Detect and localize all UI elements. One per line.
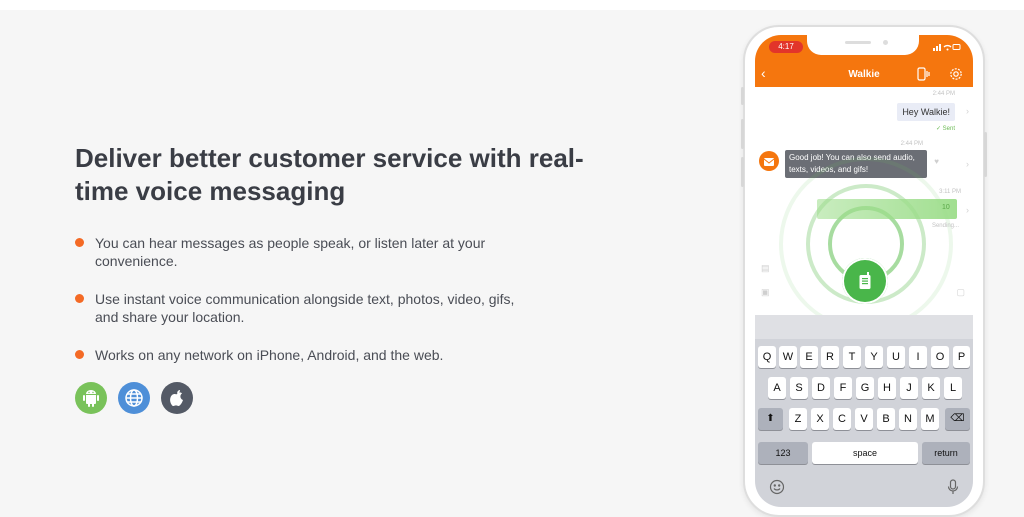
headline: Deliver better customer service with rea… — [75, 143, 584, 206]
key-o[interactable]: O — [931, 346, 949, 368]
shift-key[interactable]: ⬆ — [758, 408, 783, 430]
key-z[interactable]: Z — [789, 408, 807, 430]
feature-item: Use instant voice communication alongsid… — [75, 290, 525, 326]
photo-icon[interactable]: ▣ — [761, 287, 770, 298]
gif-icon[interactable]: ▢ — [956, 287, 965, 298]
phone-power-button — [984, 132, 987, 177]
feature-text: Use instant voice communication alongsid… — [95, 291, 515, 325]
avatar — [759, 151, 779, 171]
push-to-talk-button[interactable] — [842, 258, 888, 304]
feature-item: You can hear messages as people speak, o… — [75, 234, 525, 270]
return-key[interactable]: return — [922, 442, 970, 464]
front-camera — [883, 40, 888, 45]
speaker-grille — [845, 41, 871, 44]
chevron-right-icon: › — [966, 159, 969, 169]
feature-item: Works on any network on iPhone, Android,… — [75, 346, 525, 364]
bullet-dot-icon — [75, 238, 84, 247]
key-v[interactable]: V — [855, 408, 873, 430]
phone-mute-switch — [741, 87, 744, 105]
platform-icons — [75, 382, 595, 414]
key-r[interactable]: R — [821, 346, 839, 368]
key-d[interactable]: D — [812, 377, 830, 399]
keyboard-top-bar — [755, 315, 973, 339]
voice-message-bar[interactable] — [817, 199, 957, 219]
microphone-icon[interactable] — [947, 479, 959, 500]
keyboard-row-4: 123 space return — [755, 442, 973, 464]
key-e[interactable]: E — [800, 346, 818, 368]
bullet-dot-icon — [75, 350, 84, 359]
keyboard-row-1: Q W E R T Y U I O P — [755, 346, 973, 368]
attachment-icon[interactable]: ▤ — [761, 263, 770, 274]
backspace-key[interactable]: ⌫ — [945, 408, 970, 430]
key-x[interactable]: X — [811, 408, 829, 430]
phone-volume-up — [741, 119, 744, 149]
space-key[interactable]: space — [812, 442, 918, 464]
key-t[interactable]: T — [843, 346, 861, 368]
outgoing-message[interactable]: Hey Walkie! — [897, 103, 955, 121]
globe-icon[interactable] — [118, 382, 150, 414]
sent-status: ✓ Sent — [935, 126, 955, 132]
key-m[interactable]: M — [921, 408, 939, 430]
timestamp: 2:44 PM — [900, 141, 923, 147]
key-p[interactable]: P — [953, 346, 970, 368]
key-n[interactable]: N — [899, 408, 917, 430]
keyboard: Q W E R T Y U I O P A S D F G H J K L ⬆ … — [755, 315, 973, 507]
keyboard-row-3: ⬆ Z X C V B N M ⌫ — [755, 408, 973, 430]
phone-volume-down — [741, 157, 744, 187]
numbers-key[interactable]: 123 — [758, 442, 808, 464]
key-s[interactable]: S — [790, 377, 808, 399]
voice-message-duration: 10 — [942, 204, 950, 211]
chat-thread[interactable]: 2:44 PM Hey Walkie! › ✓ Sent 2:44 PM Goo… — [755, 87, 973, 315]
key-f[interactable]: F — [834, 377, 852, 399]
key-b[interactable]: B — [877, 408, 895, 430]
key-h[interactable]: H — [878, 377, 896, 399]
timestamp: 2:44 PM — [932, 91, 955, 97]
conversation-title: Walkie — [848, 69, 880, 80]
key-y[interactable]: Y — [865, 346, 883, 368]
status-time: 4:17 — [769, 41, 803, 53]
bullet-dot-icon — [75, 294, 84, 303]
key-i[interactable]: I — [909, 346, 927, 368]
feature-text: Works on any network on iPhone, Android,… — [95, 347, 444, 363]
key-a[interactable]: A — [768, 377, 786, 399]
key-l[interactable]: L — [944, 377, 962, 399]
chevron-right-icon: › — [966, 205, 969, 215]
phone-notch — [807, 35, 919, 55]
status-icons — [933, 43, 961, 53]
key-j[interactable]: J — [900, 377, 918, 399]
top-strip — [0, 0, 1024, 10]
keyboard-row-2: A S D F G H J K L — [755, 377, 973, 399]
feature-list: You can hear messages as people speak, o… — [75, 234, 595, 364]
key-w[interactable]: W — [779, 346, 797, 368]
key-q[interactable]: Q — [758, 346, 776, 368]
key-k[interactable]: K — [922, 377, 940, 399]
sending-status: Sending... — [931, 223, 959, 229]
emoji-icon[interactable] — [769, 479, 785, 500]
feature-section: Deliver better customer service with rea… — [75, 142, 595, 414]
gear-icon[interactable] — [949, 67, 963, 86]
app-header: 4:17 ‹ Walkie — [755, 35, 973, 87]
feature-text: You can hear messages as people speak, o… — [95, 235, 486, 269]
key-c[interactable]: C — [833, 408, 851, 430]
phone-call-icon[interactable] — [916, 67, 930, 86]
walkie-talkie-icon — [859, 272, 871, 289]
android-icon[interactable] — [75, 382, 107, 414]
phone-screen: 4:17 ‹ Walkie 2:44 PM Hey Walkie! › ✓ Se… — [755, 35, 973, 507]
key-u[interactable]: U — [887, 346, 905, 368]
phone-mockup: 4:17 ‹ Walkie 2:44 PM Hey Walkie! › ✓ Se… — [741, 25, 987, 517]
chevron-right-icon: › — [966, 106, 969, 116]
apple-icon[interactable] — [161, 382, 193, 414]
key-g[interactable]: G — [856, 377, 874, 399]
